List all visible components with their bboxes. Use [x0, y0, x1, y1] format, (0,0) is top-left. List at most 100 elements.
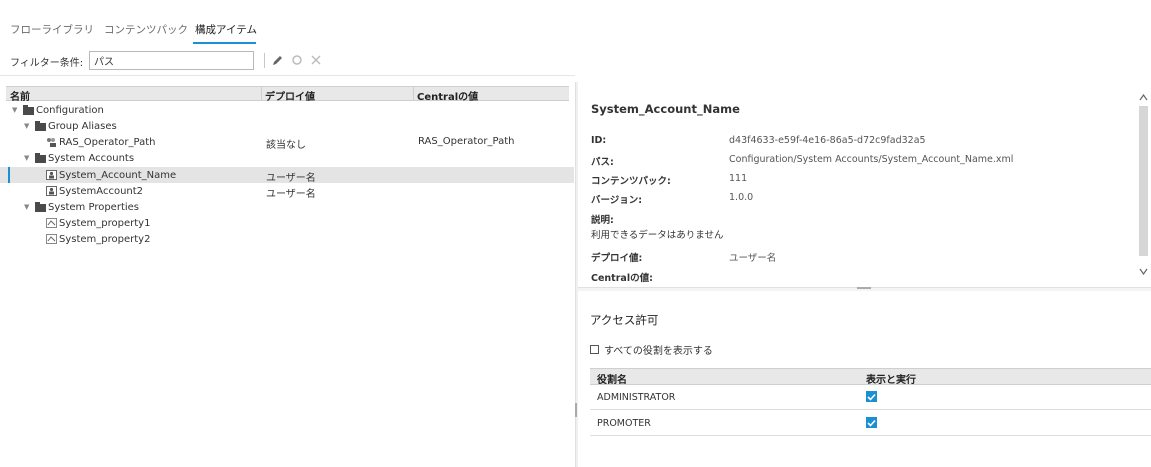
splitter-grip-icon[interactable]	[575, 403, 577, 417]
central-value-label: Centralの値:	[591, 273, 653, 284]
node-label: System_Account_Name	[59, 169, 177, 181]
tab-bar: フローライブラリ コンテンツパック 構成アイテム	[0, 0, 1151, 46]
content-pack-value: 111	[729, 173, 748, 184]
system-account-icon	[46, 186, 57, 196]
tree-row[interactable]: ▼ System Accounts	[0, 150, 574, 166]
tree-node: System_property1	[46, 217, 150, 229]
revert-icon[interactable]	[290, 53, 304, 67]
column-name[interactable]: 名前	[10, 88, 30, 103]
expand-caret-icon[interactable]: ▼	[24, 122, 32, 130]
node-label: System_property2	[59, 233, 151, 245]
filter-label: フィルター条件:	[10, 58, 84, 69]
tab-configuration-items[interactable]: 構成アイテム	[195, 22, 257, 37]
tree-row[interactable]: ▼ Group Aliases	[0, 118, 574, 134]
scroll-up-icon[interactable]	[1139, 94, 1148, 101]
tree-row[interactable]: RAS_Operator_Path 該当なし RAS_Operator_Path	[0, 134, 574, 151]
details-scrollbar[interactable]	[1137, 90, 1149, 282]
role-name: PROMOTER	[597, 418, 651, 429]
folder-icon	[35, 121, 46, 131]
access-title: アクセス許可	[590, 313, 659, 327]
show-all-roles-checkbox[interactable]: すべての役割を表示する	[590, 342, 713, 357]
column-divider	[261, 87, 262, 100]
tree-node: ▼ System Accounts	[24, 152, 134, 164]
node-label: Group Aliases	[48, 120, 117, 132]
tree-node: ▼ System Properties	[24, 201, 139, 213]
tree-row-selected[interactable]: System_Account_Name ユーザー名	[0, 167, 574, 184]
node-label: System_property1	[59, 217, 151, 229]
config-items-tree: 名前 デプロイ値 Centralの値 ▼ Configuration ▼ Gro…	[0, 82, 574, 467]
checkmark-icon	[867, 419, 876, 427]
expand-caret-icon[interactable]: ▼	[24, 203, 32, 211]
column-divider	[413, 87, 414, 100]
folder-icon	[35, 153, 46, 163]
id-value: d43f4633-e59f-4e16-86a5-d72c9fad32a5	[729, 135, 926, 146]
tree-row[interactable]: ▼ System Properties	[0, 199, 574, 215]
node-label: RAS_Operator_Path	[59, 136, 156, 148]
detail-title: System_Account_Name	[591, 102, 740, 116]
tree-node: SystemAccount2	[46, 185, 143, 197]
role-name: ADMINISTRATOR	[597, 392, 676, 403]
edit-icon[interactable]	[270, 53, 284, 67]
toolbar-divider	[264, 53, 265, 68]
description-label: 説明:	[591, 215, 614, 226]
active-tab-indicator	[193, 42, 256, 44]
details-panel: System_Account_Name ID: d43f4633-e59f-4e…	[578, 82, 1151, 467]
tree-node: System_Account_Name	[46, 169, 176, 181]
tab-content-packs[interactable]: コンテンツパック	[104, 22, 188, 37]
folder-icon	[23, 105, 34, 115]
group-alias-icon	[46, 137, 57, 147]
item-details: System_Account_Name ID: d43f4633-e59f-4e…	[578, 82, 1151, 287]
description-value: 利用できるデータはありません	[591, 230, 724, 241]
splitter-grip-icon[interactable]	[857, 287, 871, 289]
tree-row[interactable]: System_property2	[0, 231, 574, 247]
show-all-roles-label: すべての役割を表示する	[604, 346, 713, 357]
deploy-value: ユーザー名	[729, 253, 777, 264]
version-label: バージョン:	[591, 195, 643, 206]
node-label: System Accounts	[48, 152, 135, 164]
content-pack-label: コンテンツパック:	[591, 176, 671, 187]
column-central-value[interactable]: Centralの値	[417, 88, 478, 103]
permissions-header: 役割名 表示と実行	[590, 368, 1151, 386]
filter-bar: フィルター条件:	[0, 50, 1151, 72]
tree-node: System_property2	[46, 233, 150, 245]
tab-flow-library[interactable]: フローライブラリ	[10, 22, 94, 37]
scrollbar-thumb[interactable]	[1139, 106, 1148, 256]
tree-node: RAS_Operator_Path	[46, 136, 155, 148]
tree-node: ▼ Configuration	[12, 104, 104, 116]
scroll-down-icon[interactable]	[1139, 268, 1148, 275]
node-label: SystemAccount2	[59, 185, 144, 197]
path-label: パス:	[591, 157, 614, 168]
column-deploy-value[interactable]: デプロイ値	[265, 88, 315, 103]
filter-input[interactable]	[89, 51, 254, 70]
expand-caret-icon[interactable]: ▼	[12, 106, 20, 114]
permission-row: ADMINISTRATOR	[590, 385, 1151, 410]
deploy-value: ユーザー名	[266, 173, 316, 184]
selection-indicator	[8, 167, 10, 183]
path-value: Configuration/System Accounts/System_Acc…	[729, 154, 1014, 165]
clear-icon[interactable]	[309, 53, 323, 67]
tree-row[interactable]: System_property1	[0, 215, 574, 231]
tree-row[interactable]: SystemAccount2 ユーザー名	[0, 183, 574, 200]
column-role-name[interactable]: 役割名	[597, 371, 627, 386]
checkbox-icon[interactable]	[590, 345, 599, 354]
tree-node: ▼ Group Aliases	[24, 120, 117, 132]
permission-row: PROMOTER	[590, 411, 1151, 436]
tree-row[interactable]: ▼ Configuration	[0, 102, 574, 118]
deploy-value: ユーザー名	[266, 189, 316, 200]
node-label: Configuration	[36, 104, 104, 116]
expand-caret-icon[interactable]: ▼	[24, 154, 32, 162]
version-value: 1.0.0	[729, 192, 754, 203]
deploy-value-label: デプロイ値:	[591, 253, 643, 264]
central-value: RAS_Operator_Path	[418, 136, 515, 147]
filter-divider	[0, 75, 575, 76]
system-account-icon	[46, 170, 57, 180]
checkmark-icon	[867, 393, 876, 401]
id-label: ID:	[591, 135, 607, 146]
folder-icon	[35, 202, 46, 212]
node-label: System Properties	[48, 201, 140, 213]
system-property-icon	[46, 234, 57, 244]
column-view-execute[interactable]: 表示と実行	[866, 371, 916, 386]
view-execute-checkbox[interactable]	[866, 391, 877, 402]
system-property-icon	[46, 218, 57, 228]
view-execute-checkbox[interactable]	[866, 417, 877, 428]
